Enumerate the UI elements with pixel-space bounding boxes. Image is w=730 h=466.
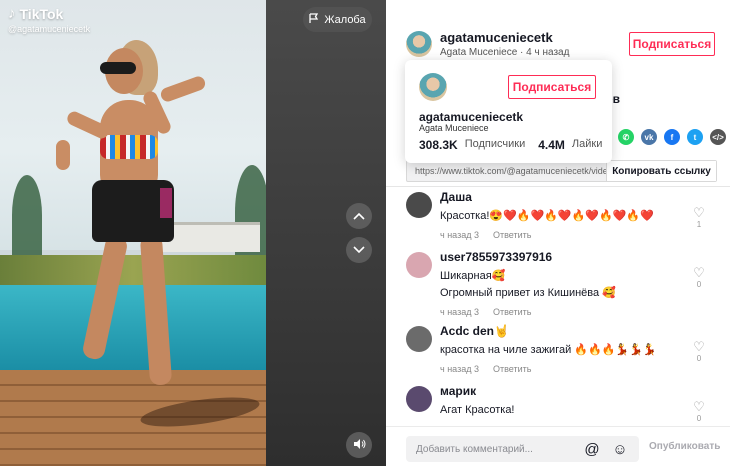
comment-like-count: 1 xyxy=(696,220,702,229)
video-link-text[interactable]: https://www.tiktok.com/@agatamuceniecetk… xyxy=(407,166,606,176)
comments-list[interactable]: Даша Красотка!😍❤️🔥❤️🔥❤️🔥❤️🔥❤️🔥❤️ ч назад 3… xyxy=(386,188,730,426)
comment-time: ч назад 3 xyxy=(440,364,479,374)
author-subline: Agata Muceniece · 4 ч назад xyxy=(440,47,570,58)
dancer-belt xyxy=(160,188,172,218)
comment-avatar[interactable] xyxy=(406,192,432,218)
dancer-bikini-top xyxy=(100,135,158,159)
comment-meta: ч назад 3 Ответить xyxy=(440,364,531,374)
followers-label: Подписчики xyxy=(464,138,526,150)
author-avatar[interactable] xyxy=(406,31,432,57)
comment-text: красотка на чиле зажигай 🔥🔥🔥💃💃💃 xyxy=(440,342,656,359)
heart-icon: ♡ xyxy=(693,265,705,280)
flag-icon xyxy=(309,12,319,27)
comment-text-line: Шикарная🥰 xyxy=(440,270,506,282)
comment-text: Красотка!😍❤️🔥❤️🔥❤️🔥❤️🔥❤️🔥❤️ xyxy=(440,208,654,225)
comment-text-line: красотка на чиле зажигай 🔥🔥🔥💃💃💃 xyxy=(440,344,657,356)
reply-button[interactable]: Ответить xyxy=(493,364,531,374)
palm-tree xyxy=(12,175,42,255)
video-watermark-handle: @agatamuceniecetk xyxy=(8,24,91,34)
comment-like-button[interactable]: ♡ 0 xyxy=(692,400,706,423)
embed-icon[interactable]: </> xyxy=(710,129,726,145)
next-video-button[interactable] xyxy=(346,237,372,263)
comment-meta: ч назад 3 Ответить xyxy=(440,307,531,317)
chevron-down-icon xyxy=(353,243,365,257)
video-blur-background xyxy=(266,0,386,466)
popup-avatar[interactable] xyxy=(419,73,447,101)
previous-video-button[interactable] xyxy=(346,203,372,229)
comment-author[interactable]: Acdc den🤘 xyxy=(440,324,509,338)
vk-icon[interactable]: vk xyxy=(641,129,657,145)
report-label: Жалоба xyxy=(324,13,366,26)
comment-like-button[interactable]: ♡ 0 xyxy=(692,340,706,363)
profile-hover-card: Подписаться agatamuceniecetk Agata Mucen… xyxy=(405,60,612,163)
reply-button[interactable]: Ответить xyxy=(493,307,531,317)
dancer-sunglasses xyxy=(100,62,136,74)
hedge xyxy=(0,255,266,285)
heart-icon: ♡ xyxy=(693,339,705,354)
comment-like-count: 0 xyxy=(696,354,702,363)
twitter-icon[interactable]: t xyxy=(687,129,703,145)
comment-like-button[interactable]: ♡ 1 xyxy=(692,206,706,229)
video-area: ♪ TikTok @agatamuceniecetk Жалоба xyxy=(0,0,386,466)
comment-text: Шикарная🥰 Огромный привет из Кишинёва 🥰 xyxy=(440,268,616,302)
likes-label: Лайки xyxy=(571,138,603,150)
comment-like-button[interactable]: ♡ 0 xyxy=(692,266,706,289)
comment-time: ч назад 3 xyxy=(440,307,479,317)
volume-button[interactable] xyxy=(346,432,372,458)
comment-avatar[interactable] xyxy=(406,252,432,278)
follow-button[interactable]: Подписаться xyxy=(629,32,715,56)
share-row: ✆ vk f t </> xyxy=(618,129,726,145)
comment-input-placeholder: Добавить комментарий... xyxy=(416,443,533,455)
heart-icon: ♡ xyxy=(693,399,705,414)
tiktok-video-page: ♪ TikTok @agatamuceniecetk Жалоба agatam… xyxy=(0,0,730,466)
comment-avatar[interactable] xyxy=(406,386,432,412)
heart-icon: ♡ xyxy=(693,205,705,220)
mention-icon[interactable]: @ xyxy=(582,439,602,459)
popup-display-name: Agata Muceniece xyxy=(419,123,489,133)
comment-author[interactable]: марик xyxy=(440,384,476,398)
popup-username[interactable]: agatamuceniecetk xyxy=(419,110,523,124)
comment-like-count: 0 xyxy=(696,414,702,423)
report-button[interactable]: Жалоба xyxy=(303,7,372,32)
followers-count: 308.3K xyxy=(419,138,458,152)
dancer-arm xyxy=(56,140,70,170)
copy-link-box: https://www.tiktok.com/@agatamuceniecetk… xyxy=(406,160,717,182)
comment-text-line: Красотка!😍❤️🔥❤️🔥❤️🔥❤️🔥❤️🔥❤️ xyxy=(440,210,654,222)
popup-follow-button[interactable]: Подписаться xyxy=(508,75,596,99)
comment-meta: ч назад 3 Ответить xyxy=(440,230,531,240)
reply-button[interactable]: Ответить xyxy=(493,230,531,240)
comment-text-line: Агат Красотка! xyxy=(440,404,515,416)
comment-time: ч назад 3 xyxy=(440,230,479,240)
author-info[interactable]: agatamuceniecetk Agata Muceniece · 4 ч н… xyxy=(406,30,569,58)
comment-like-count: 0 xyxy=(696,280,702,289)
emoji-icon[interactable]: ☺ xyxy=(610,439,630,459)
whatsapp-icon[interactable]: ✆ xyxy=(618,129,634,145)
tiktok-note-icon: ♪ xyxy=(8,5,16,22)
chevron-up-icon xyxy=(353,209,365,223)
tiktok-logo[interactable]: ♪ TikTok xyxy=(8,5,63,22)
copy-link-button[interactable]: Копировать ссылку xyxy=(606,161,716,181)
video-player[interactable]: ♪ TikTok @agatamuceniecetk xyxy=(0,0,266,466)
speaker-icon xyxy=(353,438,366,453)
comment-input[interactable]: Добавить комментарий... @ ☺ xyxy=(406,436,639,462)
pool-water xyxy=(0,285,266,370)
tiktok-logo-text: TikTok xyxy=(19,5,64,22)
comment-author[interactable]: user7855973397916 xyxy=(440,250,552,264)
facebook-icon[interactable]: f xyxy=(664,129,680,145)
comment-avatar[interactable] xyxy=(406,326,432,352)
likes-count: 4.4M xyxy=(538,138,565,152)
comment-text-line: Огромный привет из Кишинёва 🥰 xyxy=(440,287,616,299)
hotel-building xyxy=(160,222,260,252)
comment-author[interactable]: Даша xyxy=(440,190,472,204)
popup-stats: 308.3K Подписчики 4.4M Лайки xyxy=(419,138,602,152)
comment-text: Агат Красотка! xyxy=(440,402,515,419)
divider xyxy=(386,186,730,187)
comment-footer: Добавить комментарий... @ ☺ Опубликовать xyxy=(386,426,730,466)
post-button[interactable]: Опубликовать xyxy=(649,441,720,452)
author-username[interactable]: agatamuceniecetk xyxy=(440,30,569,45)
